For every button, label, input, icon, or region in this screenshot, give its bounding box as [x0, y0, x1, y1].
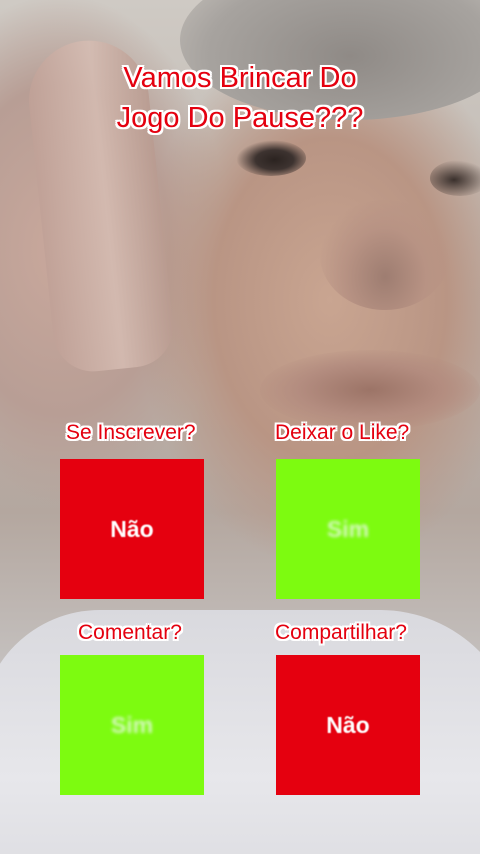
option-answer-share: Não	[326, 711, 370, 738]
option-label-share: Compartilhar?	[275, 621, 407, 644]
option-label-comment: Comentar?	[78, 621, 182, 644]
nose	[320, 200, 450, 310]
mouth	[260, 350, 480, 430]
option-box-comment[interactable]: Sim	[60, 655, 204, 795]
title-line-1: Vamos Brincar Do	[123, 62, 357, 94]
eye-left	[236, 140, 306, 176]
option-label-like: Deixar o Like?	[275, 421, 410, 444]
option-label-subscribe: Se Inscrever?	[66, 421, 196, 444]
option-box-like[interactable]: Sim	[276, 459, 420, 599]
title-line-2: Jogo Do Pause???	[116, 102, 364, 134]
option-answer-like: Sim	[326, 515, 370, 542]
option-answer-subscribe: Não	[110, 515, 154, 542]
option-box-subscribe[interactable]: Não	[60, 459, 204, 599]
option-box-share[interactable]: Não	[276, 655, 420, 795]
page-title: Vamos Brincar Do Jogo Do Pause???	[0, 58, 480, 138]
option-answer-comment: Sim	[110, 711, 154, 738]
